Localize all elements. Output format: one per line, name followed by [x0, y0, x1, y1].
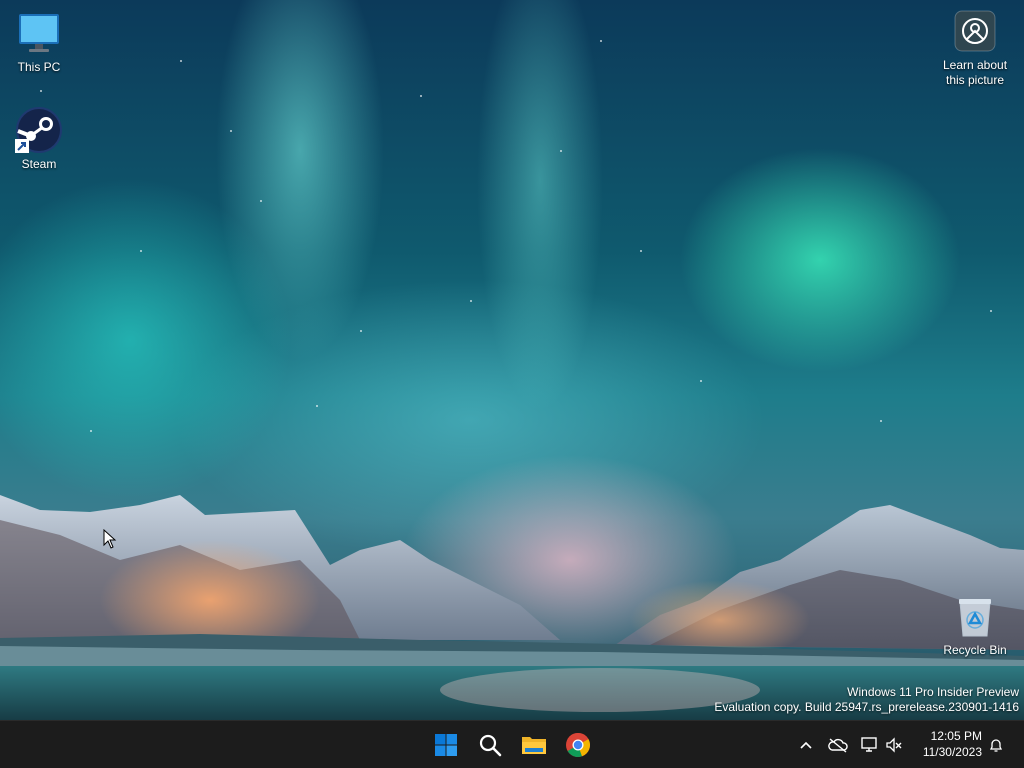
- notifications-button[interactable]: [982, 729, 1010, 761]
- desktop-icon-steam[interactable]: Steam: [1, 107, 77, 172]
- folder-icon: [522, 737, 546, 754]
- desktop-icon-recycle-bin[interactable]: Recycle Bin: [937, 596, 1013, 658]
- taskbar-clock[interactable]: 12:05 PM 11/30/2023: [923, 728, 982, 760]
- clock-date: 11/30/2023: [922, 745, 982, 759]
- desktop-icon-label: Recycle Bin: [943, 643, 1007, 657]
- desktop-icon-this-pc[interactable]: This PC: [1, 10, 77, 75]
- mouse-cursor-icon: [103, 529, 117, 549]
- watermark-line-2: Evaluation copy. Build 25947.rs_prerelea…: [714, 700, 1019, 714]
- bell-icon: [989, 739, 1003, 752]
- windows-start-icon: [435, 734, 457, 756]
- desktop-icon-label: This PC: [17, 60, 61, 74]
- volume-button[interactable]: [880, 729, 908, 761]
- watermark-line-1: Windows 11 Pro Insider Preview: [847, 685, 1019, 699]
- camera-icon: [954, 10, 996, 52]
- chrome-button[interactable]: [558, 725, 598, 765]
- taskbar: 12:05 PM 11/30/2023: [0, 720, 1024, 768]
- file-explorer-button[interactable]: [514, 725, 554, 765]
- recycle-bin-icon: [954, 596, 996, 638]
- steam-icon: [15, 107, 63, 155]
- monitor-icon: [15, 10, 63, 58]
- search-button[interactable]: [470, 725, 510, 765]
- chevron-up-icon: [800, 741, 812, 749]
- search-icon: [479, 734, 502, 757]
- evaluation-watermark: Windows 11 Pro Insider Preview Evaluatio…: [714, 685, 1019, 715]
- volume-muted-icon: [886, 737, 902, 753]
- onedrive-button[interactable]: [824, 729, 852, 761]
- mountain-landscape: [0, 495, 1024, 720]
- show-hidden-icons-button[interactable]: [792, 729, 820, 761]
- clock-time: 12:05 PM: [930, 729, 982, 743]
- onedrive-icon: [828, 738, 848, 753]
- chrome-icon: [566, 732, 590, 757]
- network-icon: [861, 737, 877, 752]
- start-button[interactable]: [426, 725, 466, 765]
- desktop-icon-label: Steam: [21, 157, 57, 171]
- desktop-icon-label: Learn about this picture: [942, 58, 1008, 87]
- desktop-icon-learn-about-picture[interactable]: Learn about this picture: [937, 10, 1013, 88]
- desktop-wallpaper: [0, 0, 1024, 720]
